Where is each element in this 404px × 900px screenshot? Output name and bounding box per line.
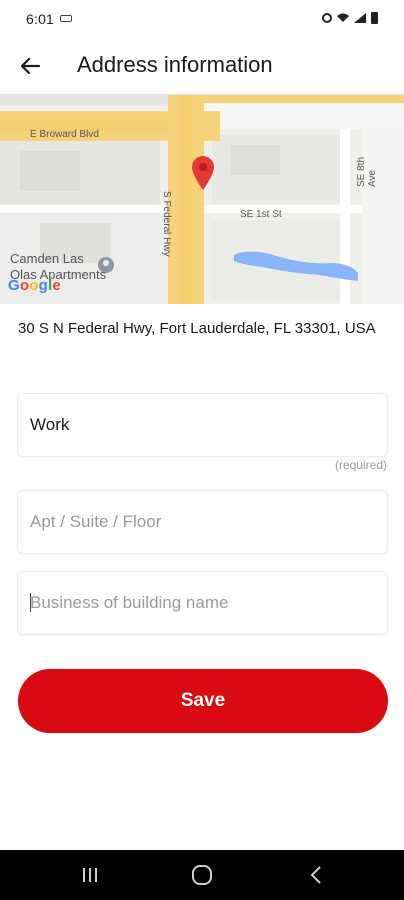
home-icon [192, 865, 212, 885]
page-title: Address information [77, 52, 273, 77]
nav-back-button[interactable] [296, 862, 336, 888]
home-button[interactable] [182, 862, 222, 888]
text-caret [30, 593, 31, 612]
business-name-field[interactable] [17, 571, 388, 635]
map-label-camden-line1: Camden Las [10, 251, 84, 266]
required-note: (required) [334, 458, 387, 472]
map-label-se-8th: SE 8th Ave [356, 156, 378, 187]
address-name-field[interactable] [17, 393, 388, 457]
map-label-broward: E Broward Blvd [30, 129, 99, 140]
apt-suite-floor-field[interactable] [17, 490, 388, 554]
map-label-federal: S Federal Hwy [161, 191, 172, 257]
address-name-input[interactable] [30, 394, 375, 456]
status-bar: 6:01 [0, 0, 404, 38]
business-name-input[interactable] [30, 572, 375, 634]
alarm-icon [322, 13, 332, 23]
back-button[interactable] [14, 50, 46, 82]
apt-suite-floor-input[interactable] [30, 491, 375, 553]
app-bar: Address information [0, 38, 404, 94]
signal-icon [354, 13, 366, 23]
address-text: 30 S N Federal Hwy, Fort Lauderdale, FL … [18, 320, 376, 337]
arrow-left-icon [20, 57, 40, 75]
map-view[interactable]: E Broward Blvd SE 1st St S Federal Hwy S… [0, 94, 404, 304]
status-time: 6:01 [26, 11, 55, 27]
system-nav-bar [0, 850, 404, 900]
back-icon [310, 866, 321, 884]
google-logo: Google [8, 277, 61, 294]
battery-icon [371, 12, 378, 24]
voicemail-icon [60, 15, 72, 22]
status-icons [322, 12, 378, 24]
wifi-icon [337, 13, 349, 22]
map-pin-icon[interactable] [191, 155, 215, 191]
map-label-se-1st: SE 1st St [240, 209, 282, 220]
recent-apps-icon [83, 868, 97, 882]
save-button[interactable]: Save [18, 669, 388, 733]
recent-apps-button[interactable] [70, 862, 110, 888]
